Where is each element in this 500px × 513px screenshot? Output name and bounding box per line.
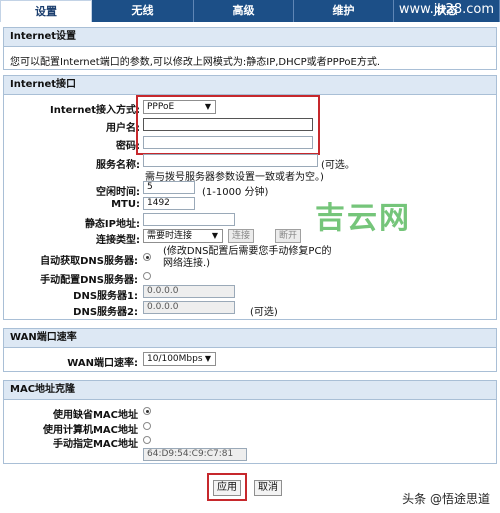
footer-attribution: 头条 @悟途思道 bbox=[402, 492, 490, 506]
dns2-optional: (可选) bbox=[250, 307, 278, 318]
idle-time-label: 空闲时间: bbox=[96, 187, 140, 198]
mac-pc-label: 使用计算机MAC地址 bbox=[42, 425, 138, 436]
highlight-box-credentials bbox=[136, 95, 320, 155]
idle-time-input[interactable]: 5 bbox=[143, 181, 195, 194]
password-label: 密码: bbox=[116, 141, 140, 152]
connect-button[interactable]: 连接 bbox=[228, 229, 254, 243]
auto-dns-label: 自动获取DNS服务器: bbox=[40, 256, 138, 267]
apply-button[interactable]: 应用 bbox=[213, 480, 241, 496]
mac-clone-title: MAC地址克隆 bbox=[4, 381, 496, 400]
watermark-top: www.jb28.com bbox=[398, 2, 494, 17]
auto-dns-hint: (修改DNS配置后需要您手动修复PC的网络连接.) bbox=[163, 246, 332, 269]
dns2-label: DNS服务器2: bbox=[73, 307, 138, 318]
dropdown-arrow-icon: ▼ bbox=[204, 354, 211, 363]
service-name-optional: (可选。 bbox=[321, 160, 355, 171]
tab-advanced[interactable]: 高级 bbox=[194, 0, 294, 22]
mtu-label: MTU: bbox=[111, 199, 140, 210]
internet-settings-section: Internet设置 您可以配置Internet端口的参数,可以修改上网模式为:… bbox=[3, 27, 497, 70]
mac-default-label: 使用缺省MAC地址 bbox=[52, 410, 138, 421]
conn-type-value: 需要时连接 bbox=[147, 231, 193, 241]
dns2-input[interactable]: 0.0.0.0 bbox=[143, 301, 235, 314]
wan-speed-value: 10/100Mbps bbox=[147, 354, 203, 364]
mtu-input[interactable]: 1492 bbox=[143, 197, 195, 210]
dns1-label: DNS服务器1: bbox=[73, 291, 138, 302]
cancel-button[interactable]: 取消 bbox=[254, 480, 282, 496]
auto-dns-radio[interactable] bbox=[143, 253, 151, 261]
conn-type-select[interactable]: 需要时连接 ▼ bbox=[143, 229, 223, 243]
watermark-center: 吉云网 bbox=[315, 201, 411, 236]
static-ip-input[interactable] bbox=[143, 213, 235, 226]
idle-time-hint: (1-1000 分钟) bbox=[202, 187, 269, 198]
manual-dns-radio[interactable] bbox=[143, 272, 151, 280]
wan-speed-select[interactable]: 10/100Mbps ▼ bbox=[143, 352, 216, 366]
tab-bar: 设置 无线 高级 维护 状态 www.jb28.com bbox=[0, 0, 500, 22]
internet-settings-desc: 您可以配置Internet端口的参数,可以修改上网模式为:静态IP,DHCP或者… bbox=[10, 57, 380, 68]
mac-pc-radio[interactable] bbox=[143, 422, 151, 430]
tab-settings[interactable]: 设置 bbox=[0, 0, 92, 22]
static-ip-label: 静态IP地址: bbox=[84, 219, 140, 230]
dns1-input[interactable]: 0.0.0.0 bbox=[143, 285, 235, 298]
mac-manual-label: 手动指定MAC地址 bbox=[52, 439, 138, 450]
mac-address-input[interactable]: 64:D9:54:C9:C7:81 bbox=[143, 448, 247, 461]
manual-dns-label: 手动配置DNS服务器: bbox=[40, 275, 138, 286]
conn-type-label: 连接类型: bbox=[96, 235, 140, 246]
service-name-label: 服务名称: bbox=[96, 160, 140, 171]
dropdown-arrow-icon: ▼ bbox=[211, 231, 218, 240]
mac-default-radio[interactable] bbox=[143, 407, 151, 415]
username-label: 用户名: bbox=[106, 123, 140, 134]
internet-settings-title: Internet设置 bbox=[4, 28, 496, 47]
service-name-input[interactable] bbox=[143, 154, 318, 167]
internet-port-title: Internet接口 bbox=[4, 76, 496, 95]
tab-wireless[interactable]: 无线 bbox=[92, 0, 194, 22]
wan-speed-label: WAN端口速率: bbox=[67, 358, 138, 369]
wan-speed-title: WAN端口速率 bbox=[4, 329, 496, 348]
mac-manual-radio[interactable] bbox=[143, 436, 151, 444]
disconnect-button[interactable]: 断开 bbox=[275, 229, 301, 243]
access-mode-label: Internet接入方式: bbox=[49, 105, 140, 116]
tab-maintenance[interactable]: 维护 bbox=[294, 0, 394, 22]
